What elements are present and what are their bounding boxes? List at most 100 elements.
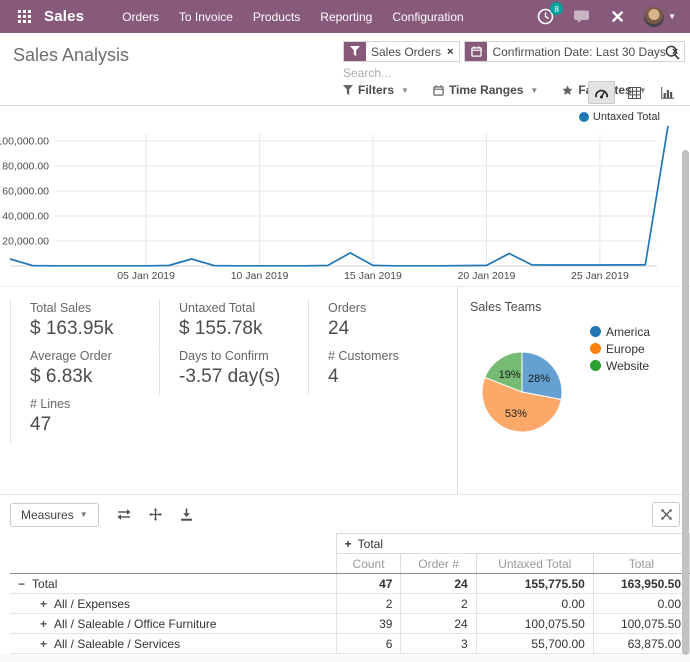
pie-legend-item-website[interactable]: Website bbox=[590, 357, 650, 374]
pivot-row-header[interactable]: −Total bbox=[10, 574, 336, 594]
table-row: +All / Saleable / Office Furniture392410… bbox=[10, 614, 690, 634]
legend-dot bbox=[579, 112, 589, 122]
sales-line-chart: 20,000.0040,000.0060,000.0080,000.00100,… bbox=[0, 106, 690, 286]
activities-icon[interactable]: 8 bbox=[537, 8, 554, 25]
pivot-cell[interactable]: 24 bbox=[401, 614, 476, 634]
pivot-view: Measures ▼ +Total CountOrder #Un bbox=[0, 494, 690, 662]
app-name[interactable]: Sales bbox=[44, 8, 84, 25]
pivot-cell[interactable]: 2 bbox=[336, 594, 401, 614]
view-button-pivot[interactable] bbox=[621, 81, 648, 104]
dashboard-stats: Total Sales$ 163.95kUntaxed Total$ 155.7… bbox=[0, 286, 690, 494]
expand-fullscreen-button[interactable] bbox=[652, 502, 680, 527]
nav-item-to-invoice[interactable]: To Invoice bbox=[169, 10, 243, 24]
measures-button[interactable]: Measures ▼ bbox=[10, 503, 99, 527]
pivot-cell[interactable]: 155,775.50 bbox=[476, 574, 593, 594]
svg-text:05 Jan 2019: 05 Jan 2019 bbox=[117, 270, 175, 282]
pivot-cell[interactable]: 55,700.00 bbox=[476, 634, 593, 654]
pivot-row-header[interactable]: +All / Saleable / Office Furniture bbox=[10, 614, 336, 634]
page-scrollbar[interactable] bbox=[681, 106, 690, 662]
line-chart-canvas[interactable]: 20,000.0040,000.0060,000.0080,000.00100,… bbox=[0, 106, 690, 291]
pivot-column-group[interactable]: +Total bbox=[336, 534, 689, 554]
expand-columns-icon[interactable]: + bbox=[345, 537, 352, 551]
pie-chart-canvas[interactable]: 28%53%19% bbox=[458, 319, 588, 474]
developer-tools-icon[interactable] bbox=[610, 9, 625, 24]
facet-label: Confirmation Date: Last 30 Days bbox=[487, 45, 670, 59]
chevron-down-icon: ▼ bbox=[401, 86, 409, 95]
collapse-row-icon[interactable]: − bbox=[18, 577, 25, 591]
pivot-cell[interactable]: 2 bbox=[401, 594, 476, 614]
pivot-column-total[interactable]: Total bbox=[593, 554, 689, 574]
pivot-column-untaxed-total[interactable]: Untaxed Total bbox=[476, 554, 593, 574]
nav-item-configuration[interactable]: Configuration bbox=[382, 10, 473, 24]
legend-dot bbox=[590, 360, 601, 371]
download-icon[interactable] bbox=[180, 508, 193, 521]
kpi-label: # Customers bbox=[328, 349, 447, 363]
kpi-lines: # Lines47 bbox=[10, 396, 149, 443]
pivot-cell[interactable]: 100,075.50 bbox=[593, 614, 689, 634]
pivot-column-order[interactable]: Order # bbox=[401, 554, 476, 574]
facet-label: Sales Orders bbox=[366, 45, 446, 59]
pivot-cell[interactable]: 0.00 bbox=[476, 594, 593, 614]
nav-menu: OrdersTo InvoiceProductsReportingConfigu… bbox=[112, 10, 474, 24]
search-facet-confirmation-date-last-30-days: Confirmation Date: Last 30 Days× bbox=[464, 41, 685, 62]
activity-count-badge: 8 bbox=[550, 2, 563, 15]
pivot-cell[interactable]: 100,075.50 bbox=[476, 614, 593, 634]
table-row: +All / Expenses220.000.00 bbox=[10, 594, 690, 614]
view-button-graph[interactable] bbox=[654, 81, 681, 104]
nav-item-orders[interactable]: Orders bbox=[112, 10, 169, 24]
kpi-value: -3.57 day(s) bbox=[179, 366, 298, 388]
kpi-label: Total Sales bbox=[30, 301, 149, 315]
flip-axis-icon[interactable] bbox=[117, 508, 131, 521]
table-row: +All / Saleable / Services6355,700.0063,… bbox=[10, 634, 690, 654]
chevron-down-icon: ▼ bbox=[530, 86, 538, 95]
svg-text:40,000.00: 40,000.00 bbox=[2, 211, 49, 223]
filters-button[interactable]: Filters▼ bbox=[343, 83, 409, 97]
search-input[interactable] bbox=[343, 66, 661, 80]
expand-row-icon[interactable]: + bbox=[40, 597, 47, 611]
bottom-spacer bbox=[0, 654, 690, 662]
user-menu[interactable]: ▼ bbox=[644, 7, 676, 27]
pivot-cell[interactable]: 3 bbox=[401, 634, 476, 654]
pivot-cell[interactable]: 39 bbox=[336, 614, 401, 634]
pivot-cell[interactable]: 63,875.00 bbox=[593, 634, 689, 654]
filter-icon bbox=[343, 85, 353, 96]
pivot-column-count[interactable]: Count bbox=[336, 554, 401, 574]
apps-grid-icon[interactable] bbox=[18, 10, 31, 23]
search-icon[interactable] bbox=[665, 45, 680, 65]
expand-row-icon[interactable]: + bbox=[40, 637, 47, 651]
svg-text:20 Jan 2019: 20 Jan 2019 bbox=[458, 270, 516, 282]
kpi-label: # Lines bbox=[30, 397, 149, 411]
svg-text:25 Jan 2019: 25 Jan 2019 bbox=[571, 270, 629, 282]
expand-row-icon[interactable]: + bbox=[40, 617, 47, 631]
pivot-table: +Total CountOrder #Untaxed TotalTotal −T… bbox=[10, 533, 690, 654]
pie-legend-item-europe[interactable]: Europe bbox=[590, 340, 650, 357]
svg-text:15 Jan 2019: 15 Jan 2019 bbox=[344, 270, 402, 282]
kpi-customers: # Customers4 bbox=[308, 348, 447, 395]
expand-all-icon[interactable] bbox=[149, 508, 162, 521]
nav-item-products[interactable]: Products bbox=[243, 10, 310, 24]
scrollbar-thumb[interactable] bbox=[682, 150, 689, 655]
pivot-row-header[interactable]: +All / Expenses bbox=[10, 594, 336, 614]
page-title: Sales Analysis bbox=[13, 45, 129, 66]
pivot-cell[interactable]: 0.00 bbox=[593, 594, 689, 614]
star-icon bbox=[562, 85, 573, 96]
control-panel: Sales Analysis Sales Orders× Confirmation… bbox=[0, 33, 690, 106]
pivot-cell[interactable]: 24 bbox=[401, 574, 476, 594]
pie-legend-item-america[interactable]: America bbox=[590, 323, 650, 340]
svg-text:53%: 53% bbox=[505, 408, 527, 420]
messaging-icon[interactable] bbox=[573, 9, 591, 25]
kpi-value: $ 6.83k bbox=[30, 366, 149, 388]
chart-legend[interactable]: Untaxed Total bbox=[579, 111, 660, 123]
pivot-cell[interactable]: 47 bbox=[336, 574, 401, 594]
pivot-cell[interactable]: 6 bbox=[336, 634, 401, 654]
nav-item-reporting[interactable]: Reporting bbox=[310, 10, 382, 24]
view-button-dashboard[interactable] bbox=[588, 81, 615, 104]
pivot-cell[interactable]: 163,950.50 bbox=[593, 574, 689, 594]
chevron-down-icon: ▼ bbox=[668, 12, 676, 21]
pivot-row-header[interactable]: +All / Saleable / Services bbox=[10, 634, 336, 654]
calendar-icon bbox=[433, 85, 444, 96]
svg-text:28%: 28% bbox=[528, 373, 550, 385]
time-ranges-button[interactable]: Time Ranges▼ bbox=[433, 83, 538, 97]
facet-remove-icon[interactable]: × bbox=[446, 46, 459, 58]
svg-text:20,000.00: 20,000.00 bbox=[2, 236, 49, 248]
